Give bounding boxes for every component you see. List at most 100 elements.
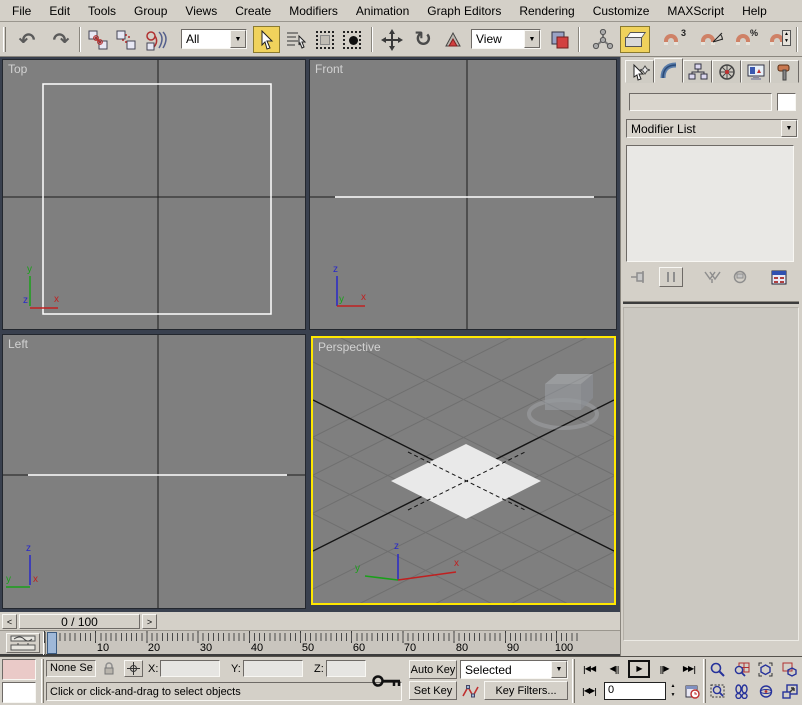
window-crossing-toggle-button[interactable] [339,26,364,53]
select-and-manipulate-button[interactable] [590,26,616,53]
unlink-selection-button[interactable] [112,26,139,53]
show-end-result-button[interactable] [659,267,683,287]
tab-create[interactable] [625,60,654,83]
modifier-stack-list[interactable] [626,145,794,262]
key-selection-filter-arrow-icon[interactable]: ▼ [551,661,567,678]
selection-filter-dropdown[interactable]: All ▼ [181,29,247,49]
set-keys-button[interactable] [368,659,406,702]
time-configuration-button[interactable] [683,682,702,700]
menu-customize[interactable]: Customize [584,1,659,21]
toolbar-grip[interactable] [3,27,6,52]
select-and-move-button[interactable] [378,26,406,53]
absolute-offset-mode-toggle[interactable] [124,660,143,677]
snaps-toggle-button[interactable]: 3 [655,26,687,53]
menu-tools[interactable]: Tools [79,1,125,21]
macro-recorder-pane[interactable] [2,659,36,680]
rectangular-selection-region-button[interactable] [312,26,337,53]
viewport-perspective-label[interactable]: Perspective [318,340,381,354]
select-object-button[interactable] [253,26,280,53]
select-and-scale-button[interactable] [440,26,466,53]
viewport-left[interactable]: Left z y x [2,334,306,609]
arc-rotate-button[interactable] [755,682,776,701]
menu-file[interactable]: File [3,1,40,21]
viewport-top-label[interactable]: Top [8,62,27,76]
spinner-down-icon[interactable]: ▼ [667,691,679,700]
viewport-front[interactable]: Front z y x [309,59,617,330]
select-by-name-button[interactable] [283,26,309,53]
zoom-all-button[interactable] [731,660,752,679]
go-to-end-button[interactable]: ▶▶| [678,660,700,678]
viewport-front-label[interactable]: Front [315,62,343,76]
zoom-extents-button[interactable] [755,660,776,679]
percent-snap-toggle-button[interactable]: % [727,26,759,53]
object-color-swatch[interactable] [777,93,796,111]
frame-spinner[interactable]: ▲ ▼ [667,682,679,700]
menu-animation[interactable]: Animation [347,1,418,21]
key-filters-button[interactable]: Key Filters... [484,681,568,700]
modifier-list-arrow-icon[interactable]: ▼ [781,120,797,137]
play-animation-button[interactable]: ▶ [628,660,650,678]
make-unique-button[interactable] [701,267,723,287]
menu-create[interactable]: Create [226,1,280,21]
key-selection-filter-dropdown[interactable]: Selected ▼ [460,660,568,679]
zoom-extents-all-button[interactable] [779,660,800,679]
menu-views[interactable]: Views [176,1,226,21]
viewport-perspective[interactable]: Perspective [311,336,616,605]
default-in-out-tangents-button[interactable] [460,681,481,700]
set-key-button[interactable]: Set Key [409,681,457,700]
previous-frame-button[interactable]: ◀|| [604,660,624,678]
menu-edit[interactable]: Edit [40,1,79,21]
selection-lock-toggle[interactable] [100,660,118,677]
z-coordinate-field[interactable] [326,660,366,677]
tab-utilities[interactable] [770,60,799,83]
pin-stack-button[interactable] [627,267,649,287]
time-slider-next-button[interactable]: > [142,614,157,629]
current-frame-field[interactable]: 0 [604,682,666,700]
open-mini-curve-editor-button[interactable] [6,633,40,653]
configure-modifier-sets-button[interactable] [767,267,791,287]
menu-modifiers[interactable]: Modifiers [280,1,347,21]
viewport-top[interactable]: Top y z x [2,59,306,330]
next-frame-button[interactable]: ||▶ [654,660,674,678]
menu-help[interactable]: Help [733,1,776,21]
time-slider-prev-button[interactable]: < [2,614,17,629]
viewport-left-label[interactable]: Left [8,337,28,351]
object-name-field[interactable] [629,93,772,111]
tab-display[interactable] [741,60,770,83]
bind-to-space-warp-button[interactable] [140,26,172,53]
pan-view-button[interactable] [731,682,752,701]
go-to-start-button[interactable]: |◀◀ [578,660,600,678]
spinner-up-icon[interactable]: ▲ [667,682,679,691]
menu-graph-editors[interactable]: Graph Editors [418,1,510,21]
modifier-list-dropdown[interactable]: Modifier List ▼ [626,119,798,138]
auto-key-button[interactable]: Auto Key [409,660,457,679]
redo-button[interactable]: ↷ [46,26,76,53]
zoom-button[interactable] [707,660,728,679]
x-coordinate-field[interactable] [160,660,220,677]
undo-button[interactable]: ↶ [12,26,42,53]
coordinate-system-arrow-icon[interactable]: ▼ [524,30,540,48]
spinner-snap-toggle-button[interactable]: ▲▼ [762,26,792,53]
key-mode-toggle-button[interactable]: |◀▶| [578,682,600,700]
tab-hierarchy[interactable] [683,60,712,83]
tab-motion[interactable] [712,60,741,83]
keyboard-shortcut-override-toggle[interactable] [620,26,650,53]
y-coordinate-field[interactable] [243,660,303,677]
menu-maxscript[interactable]: MAXScript [658,1,733,21]
select-and-link-button[interactable] [84,26,111,53]
use-pivot-point-center-button[interactable] [546,26,573,53]
selection-filter-arrow-icon[interactable]: ▼ [230,30,246,48]
time-slider-handle[interactable]: 0 / 100 [19,614,140,629]
menu-rendering[interactable]: Rendering [510,1,583,21]
angle-snap-toggle-button[interactable] [691,26,724,53]
menu-group[interactable]: Group [125,1,176,21]
maximize-viewport-toggle-button[interactable] [779,682,800,701]
select-and-rotate-button[interactable]: ↻ [409,26,437,53]
remove-modifier-button[interactable] [729,267,751,287]
reference-coordinate-system-dropdown[interactable]: View ▼ [471,29,541,49]
zoom-region-button[interactable] [707,682,728,701]
track-bar[interactable]: 0 10 20 30 40 50 60 70 80 90 100 [0,631,620,656]
tab-modify[interactable] [654,58,683,83]
maxscript-mini-listener[interactable] [2,682,36,703]
current-frame-marker[interactable] [47,632,57,654]
